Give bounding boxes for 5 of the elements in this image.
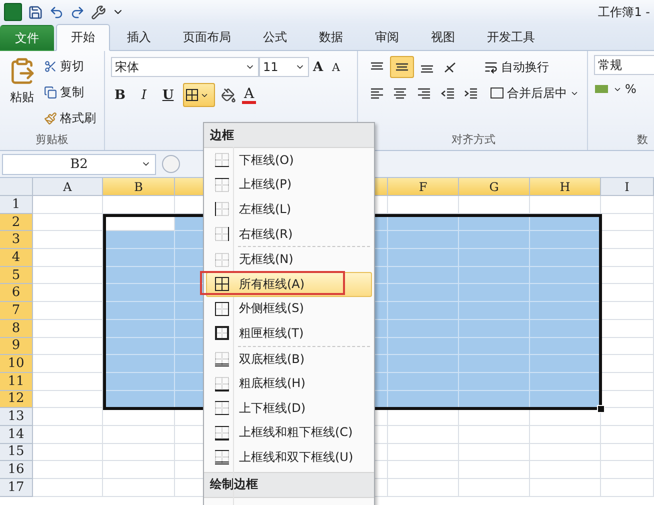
window-title: 工作簿1 - [598,4,650,20]
group-label: 对齐方式 [450,132,496,148]
menu-header: 边框 [204,123,374,148]
group-label: 剪贴板 [34,132,70,148]
group-label: 数 [636,132,648,148]
